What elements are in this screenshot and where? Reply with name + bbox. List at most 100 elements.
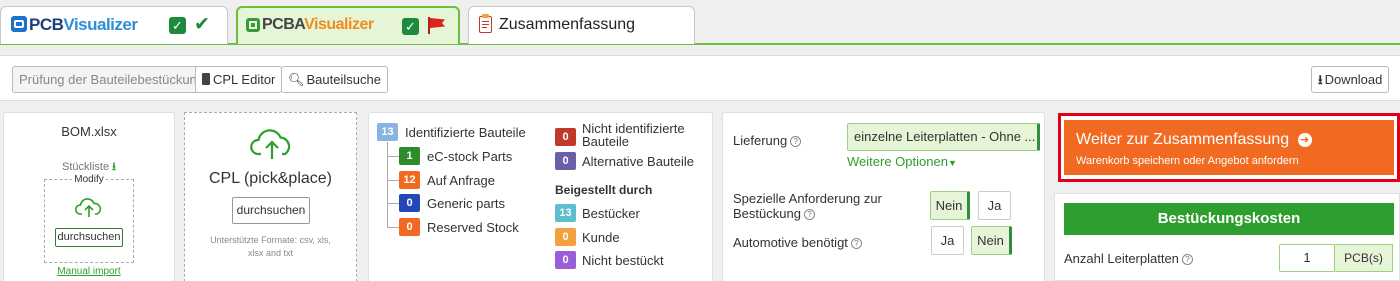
arrow-right-circle-icon: ➜ (1297, 133, 1312, 147)
cta-title-text: Weiter zur Zusammenfassung (1076, 131, 1290, 148)
stueckliste-label: Stückliste (62, 161, 110, 173)
auf-anfrage-label[interactable]: Auf Anfrage (427, 173, 495, 188)
not-identified-parts-label[interactable]: Nicht identifizierte Bauteile (582, 122, 702, 148)
automotive-nein-label: Nein (977, 233, 1004, 248)
reserved-stock-count-badge: 0 (399, 218, 420, 236)
cloud-upload-icon (75, 198, 102, 217)
book-icon (202, 73, 210, 85)
cpl-editor-label: CPL Editor (213, 72, 276, 87)
pcb-visualizer-brand: PCBVisualizer (29, 15, 138, 35)
check-icon: ✔ (194, 14, 210, 35)
tree-line (387, 142, 388, 227)
automotive-ja-label: Ja (940, 233, 955, 248)
costs-header: Bestückungskosten (1064, 203, 1394, 235)
clipboard-icon (479, 14, 492, 33)
automotive-nein-toggle[interactable]: Nein (971, 226, 1012, 255)
bauteilsuche-label: Bauteilsuche (306, 72, 381, 87)
identified-count-badge: 13 (377, 123, 398, 141)
lieferung-text: Lieferung (733, 133, 788, 148)
bom-panel: BOM.xlsx Stückliste ⭳ Modify durchsuchen… (3, 112, 175, 281)
download-label: Download (1324, 72, 1383, 87)
bauteilsuche-button[interactable]: 🔍︎ Bauteilsuche (281, 66, 388, 93)
pcba-logo-icon (246, 18, 260, 32)
brand-part-b: Visualizer (304, 16, 374, 33)
help-icon[interactable]: ? (1181, 254, 1193, 266)
cpl-editor-button[interactable]: CPL Editor (195, 66, 283, 93)
caret-down-icon: ▼ (947, 158, 957, 168)
identified-parts-label[interactable]: Identifizierte Bauteile (405, 125, 526, 140)
bom-browse-label: durchsuchen (57, 231, 121, 243)
help-icon[interactable]: ? (790, 136, 802, 148)
ec-stock-count-badge: 1 (399, 147, 420, 165)
ec-stock-parts-label[interactable]: eC-stock Parts (427, 149, 512, 164)
nicht-bestueckt-label[interactable]: Nicht bestückt (582, 253, 664, 268)
cpl-browse-button[interactable]: durchsuchen (232, 197, 310, 224)
kunde-label[interactable]: Kunde (582, 230, 620, 245)
more-options-link[interactable]: Weitere Optionen▼ (847, 154, 957, 169)
bestuecker-label[interactable]: Bestücker (582, 206, 640, 221)
cpl-browse-label: durchsuchen (236, 203, 306, 217)
checkbox-icon: ✓ (169, 17, 186, 34)
cta-subtitle: Warenkorb speichern oder Angebot anforde… (1076, 155, 1299, 167)
help-icon[interactable]: ? (850, 238, 862, 250)
alternative-parts-label[interactable]: Alternative Bauteile (582, 154, 694, 169)
auf-anfrage-count-badge: 12 (399, 171, 420, 189)
delivery-select[interactable]: einzelne Leiterplatten - Ohne ... (847, 123, 1040, 151)
brand-part-a: PCB (29, 15, 64, 34)
modify-label: Modify (72, 174, 106, 185)
lieferung-label: Lieferung? (733, 133, 802, 148)
tab-pcba-visualizer[interactable]: PCBAVisualizer ✓ (236, 6, 460, 44)
pcb-logo-icon (11, 16, 27, 32)
tab-pcb-visualizer[interactable]: PCBVisualizer ✓ ✔ (0, 6, 228, 44)
bestuecker-count-badge: 13 (555, 204, 576, 222)
delivery-selected-value: einzelne Leiterplatten - Ohne ... (854, 129, 1036, 144)
weiter-zur-zusammenfassung-button[interactable]: Weiter zur Zusammenfassung ➜ Warenkorb s… (1064, 120, 1394, 175)
bom-file-name: BOM.xlsx (61, 124, 117, 139)
reserved-stock-label[interactable]: Reserved Stock (427, 220, 519, 235)
boards-count-input[interactable]: 1 (1279, 244, 1335, 272)
special-nein-label: Nein (935, 198, 963, 213)
automotive-label: Automotive benötigt? (733, 235, 862, 250)
cloud-upload-icon (250, 129, 291, 159)
kunde-count-badge: 0 (555, 228, 576, 246)
generic-parts-label[interactable]: Generic parts (427, 196, 505, 211)
toolbar: Prüfung der Bauteilebestückung CPL Edito… (0, 55, 1400, 101)
boards-count-text: Anzahl Leiterplatten (1064, 251, 1179, 266)
alternative-count-badge: 0 (555, 152, 576, 170)
cpl-dropzone[interactable]: CPL (pick&place) durchsuchen Unterstützt… (184, 112, 357, 281)
special-ja-toggle[interactable]: Ja (978, 191, 1011, 220)
bom-browse-button[interactable]: durchsuchen (55, 228, 123, 247)
cpl-title: CPL (pick&place) (208, 170, 332, 187)
brand-part-b: Visualizer (63, 15, 138, 34)
not-identified-count-badge: 0 (555, 128, 576, 146)
supported-formats-text: Unterstützte Formate: csv, xls, xlsx and… (210, 235, 331, 258)
special-requirement-label: Spezielle Anforderung zur Bestückung? (733, 191, 893, 221)
tab-bar: PCBVisualizer ✓ ✔ PCBAVisualizer ✓ Zusam… (0, 0, 1400, 46)
tree-line (387, 180, 399, 181)
bauteilebestueckung-check-button[interactable]: Prüfung der Bauteilebestückung (12, 66, 212, 93)
more-options-label: Weitere Optionen (847, 154, 948, 169)
bom-modify-dropzone[interactable]: Modify durchsuchen (44, 174, 134, 263)
brand-part-a: PCBA (262, 16, 305, 33)
help-icon[interactable]: ? (803, 209, 815, 221)
tab-zusammenfassung[interactable]: Zusammenfassung (468, 6, 695, 44)
tree-line (387, 203, 399, 204)
automotive-text: Automotive benötigt (733, 235, 848, 250)
boards-count-label: Anzahl Leiterplatten? (1064, 251, 1193, 266)
beigestellt-heading: Beigestellt durch (555, 183, 653, 197)
nicht-bestueckt-count-badge: 0 (555, 251, 576, 269)
pcba-visualizer-brand: PCBAVisualizer (262, 16, 374, 34)
cta-frame: Weiter zur Zusammenfassung ➜ Warenkorb s… (1058, 113, 1400, 182)
parts-summary-panel: 13 Identifizierte Bauteile 1 eC-stock Pa… (368, 112, 713, 281)
cta-title: Weiter zur Zusammenfassung ➜ (1076, 131, 1312, 149)
generic-parts-count-badge: 0 (399, 194, 420, 212)
search-icon: 🔍︎ (288, 72, 305, 87)
special-ja-label: Ja (987, 198, 1002, 213)
tree-line (387, 227, 399, 228)
manual-import-link[interactable]: Manual import (4, 266, 174, 277)
special-nein-toggle[interactable]: Nein (930, 191, 970, 220)
download-button[interactable]: ⭳ Download (1311, 66, 1390, 93)
tab-zusammenfassung-label: Zusammenfassung (499, 16, 636, 33)
automotive-ja-toggle[interactable]: Ja (931, 226, 964, 255)
tree-line (387, 156, 399, 157)
